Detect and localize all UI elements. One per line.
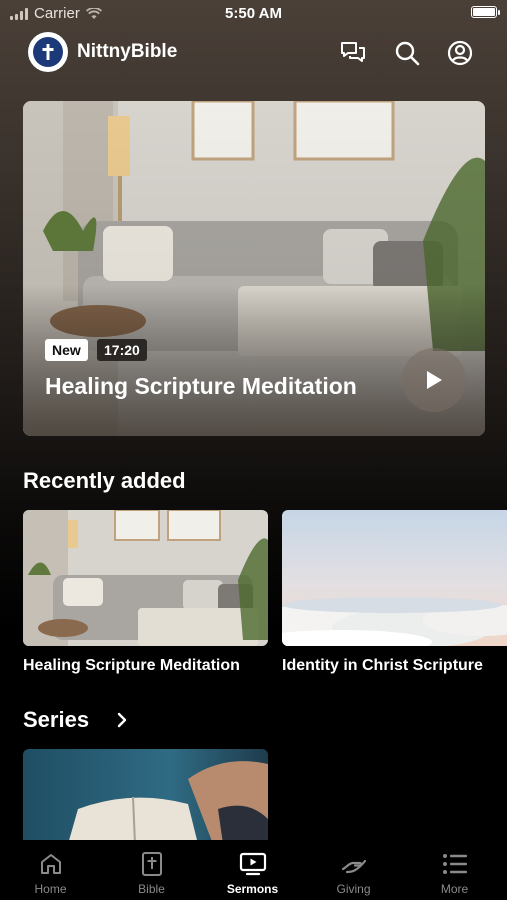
- bible-icon: [141, 852, 162, 876]
- tab-home-label: Home: [34, 882, 67, 896]
- cross-icon: [42, 44, 54, 60]
- new-badge: New: [45, 339, 88, 361]
- app-header: NittnyBible: [0, 32, 507, 74]
- chevron-right-icon[interactable]: [116, 712, 128, 728]
- giving-hand-icon: [341, 859, 366, 874]
- app-title: NittnyBible: [77, 41, 178, 62]
- tab-home[interactable]: Home: [0, 840, 101, 900]
- featured-sermon-card[interactable]: New 17:20 Healing Scripture Meditation: [23, 101, 485, 436]
- series-card[interactable]: [23, 749, 268, 844]
- bottom-tab-bar: Home Bible Sermons Giving More: [0, 840, 507, 900]
- chat-button[interactable]: [338, 38, 368, 68]
- tab-more[interactable]: More: [404, 840, 505, 900]
- search-button[interactable]: [392, 38, 422, 68]
- search-icon: [395, 41, 420, 66]
- tv-icon: [239, 852, 266, 876]
- recent-item-card[interactable]: [282, 510, 507, 646]
- battery-icon: [471, 6, 500, 18]
- series-heading[interactable]: Series: [23, 707, 89, 733]
- tab-bible[interactable]: Bible: [101, 840, 202, 900]
- tab-sermons-label: Sermons: [226, 882, 279, 896]
- recent-item-card[interactable]: [23, 510, 268, 646]
- profile-button[interactable]: [445, 38, 475, 68]
- featured-title: Healing Scripture Meditation: [45, 373, 357, 399]
- status-bar: Carrier 5:50 AM: [0, 0, 507, 28]
- recent-item-title[interactable]: Identity in Christ Scripture: [282, 657, 507, 675]
- clouds-thumbnail: [282, 510, 507, 646]
- profile-icon: [447, 40, 473, 66]
- open-bible-image: [23, 749, 268, 844]
- recently-added-heading: Recently added: [23, 468, 186, 493]
- living-room-thumbnail: [23, 510, 268, 646]
- menu-icon: [442, 854, 467, 874]
- tab-giving-label: Giving: [336, 882, 371, 896]
- tab-giving[interactable]: Giving: [303, 840, 404, 900]
- duration-badge: 17:20: [97, 339, 147, 361]
- chat-icon: [341, 42, 365, 62]
- status-time: 5:50 AM: [225, 5, 282, 22]
- tab-bible-label: Bible: [138, 882, 165, 896]
- recent-item-title[interactable]: Healing Scripture Meditation: [23, 657, 265, 675]
- play-icon: [427, 371, 442, 389]
- tab-sermons[interactable]: Sermons: [202, 840, 303, 900]
- tab-more-label: More: [440, 882, 469, 896]
- home-icon: [40, 854, 61, 874]
- app-logo[interactable]: [28, 32, 68, 72]
- play-button[interactable]: [402, 348, 466, 412]
